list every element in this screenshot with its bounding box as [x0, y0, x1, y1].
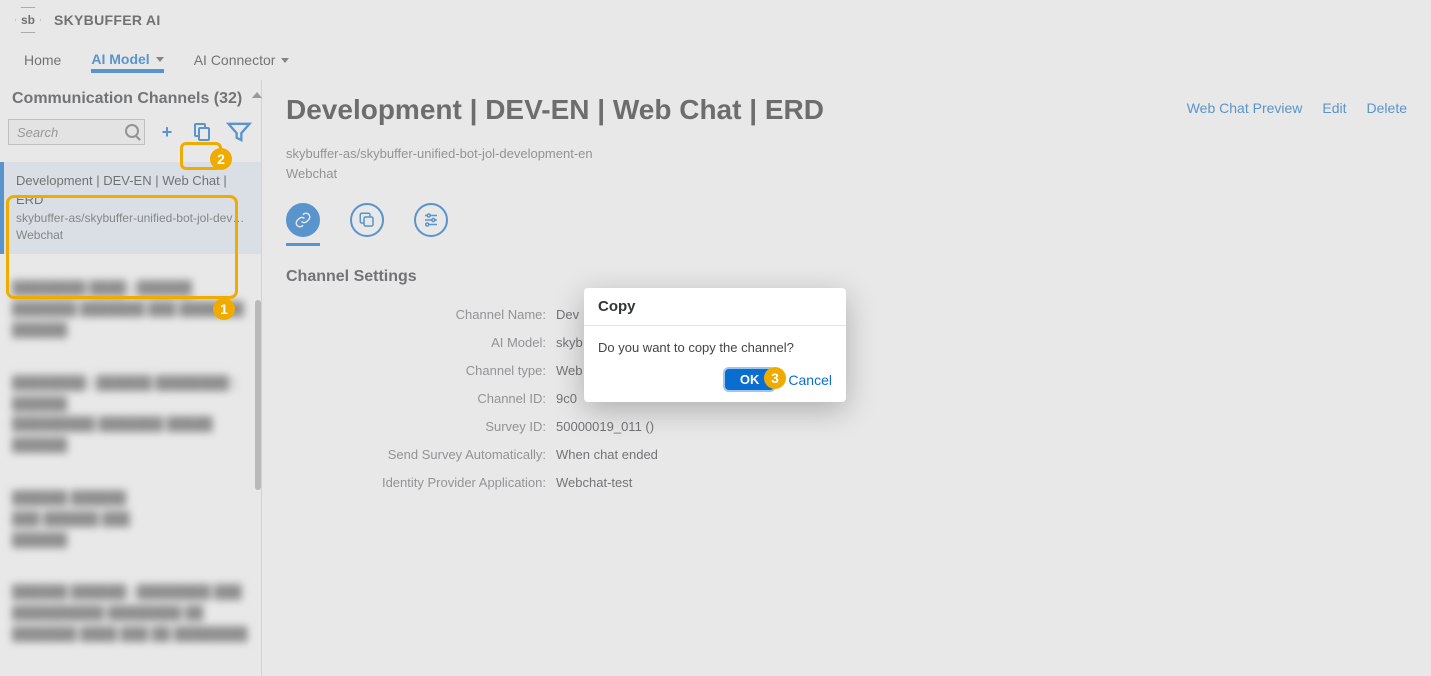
row-channel-id: Channel ID: 9c0: [286, 384, 1407, 412]
copy-dialog: Copy Do you want to copy the channel? OK…: [584, 288, 846, 402]
delete-link[interactable]: Delete: [1367, 100, 1407, 116]
channel-item-selected[interactable]: Development | DEV-EN | Web Chat | ERD sk…: [0, 162, 261, 254]
field-value: 50000019_011 (): [556, 419, 654, 434]
row-send-survey: Send Survey Automatically: When chat end…: [286, 440, 1407, 468]
scroll-up-arrow[interactable]: [252, 92, 262, 98]
filter-icon: [225, 118, 253, 146]
copy2-icon: [358, 211, 376, 229]
nav-item-ai-model[interactable]: AI Model: [91, 51, 163, 73]
filter-button[interactable]: [225, 118, 253, 146]
row-idp: Identity Provider Application: Webchat-t…: [286, 468, 1407, 496]
field-label: Channel ID:: [286, 391, 556, 406]
dialog-message: Do you want to copy the channel?: [584, 326, 846, 369]
edit-link[interactable]: Edit: [1322, 100, 1346, 116]
row-channel-type: Channel type: Web: [286, 356, 1407, 384]
nav-item-ai-connector[interactable]: AI Connector: [194, 52, 290, 68]
page-actions: Web Chat Preview Edit Delete: [1187, 94, 1407, 116]
sidebar-scrollbar[interactable]: [255, 300, 261, 490]
chevron-down-icon: [281, 58, 289, 63]
detail-path: skybuffer-as/skybuffer-unified-bot-jol-d…: [286, 144, 1407, 164]
channel-item-blurred: ████████ ████ | █████████████ ███████ ██…: [0, 270, 261, 348]
channel-item-type: Webchat: [16, 227, 249, 244]
search-icon: [125, 124, 139, 138]
main-nav: Home AI Model AI Connector: [0, 40, 1431, 80]
detail-type: Webchat: [286, 164, 1407, 184]
app-header: sb SKYBUFFER AI: [0, 0, 1431, 40]
nav-item-label: AI Model: [91, 51, 149, 67]
channel-item-title: Development | DEV-EN | Web Chat | ERD: [16, 172, 249, 210]
tab-channel-settings[interactable]: [286, 203, 320, 237]
tab-icons: [286, 203, 1407, 246]
field-value: skyb: [556, 335, 583, 350]
field-label: AI Model:: [286, 335, 556, 350]
chevron-down-icon: [156, 57, 164, 62]
tab-appearance[interactable]: [350, 203, 384, 237]
channel-item-sub: skybuffer-as/skybuffer-unified-bot-jol-d…: [16, 210, 249, 227]
tab-advanced[interactable]: [414, 203, 448, 237]
app-title: SKYBUFFER AI: [54, 12, 161, 28]
field-value: Webchat-test: [556, 475, 632, 490]
sidebar-toolbar: [0, 114, 261, 154]
row-ai-model: AI Model: skyb: [286, 328, 1407, 356]
search-box: [8, 119, 145, 145]
field-value: Web: [556, 363, 583, 378]
dialog-title: Copy: [584, 288, 846, 326]
nav-item-home[interactable]: Home: [24, 52, 61, 68]
cancel-button[interactable]: Cancel: [788, 372, 832, 388]
field-label: Channel Name:: [286, 307, 556, 322]
copy-icon: [194, 123, 212, 141]
field-label: Send Survey Automatically:: [286, 447, 556, 462]
channel-item-blurred: ████████ | ██████ ████████ |████████████…: [0, 365, 261, 464]
add-channel-button[interactable]: [153, 118, 181, 146]
sidebar-title: Communication Channels (32): [0, 80, 261, 114]
main-content: Development | DEV-EN | Web Chat | ERD We…: [262, 80, 1431, 676]
detail-subheader: skybuffer-as/skybuffer-unified-bot-jol-d…: [286, 144, 1407, 183]
row-channel-name: Channel Name: Dev: [286, 300, 1407, 328]
sliders-icon: [422, 211, 440, 229]
section-title: Channel Settings: [286, 268, 1407, 286]
field-label: Identity Provider Application:: [286, 475, 556, 490]
field-label: Survey ID:: [286, 419, 556, 434]
field-value: Dev: [556, 307, 579, 322]
copy-channel-button[interactable]: [189, 118, 217, 146]
field-label: Channel type:: [286, 363, 556, 378]
field-value: 9c0: [556, 391, 577, 406]
link-icon: [294, 211, 312, 229]
app-logo: sb: [14, 6, 42, 34]
channel-item-blurred: ██████ █████████ ██████ █████████: [0, 480, 261, 558]
ok-button[interactable]: OK: [725, 369, 775, 390]
row-survey-id: Survey ID: 50000019_011 (): [286, 412, 1407, 440]
field-value: When chat ended: [556, 447, 658, 462]
settings-table: Channel Name: Dev AI Model: skyb Channel…: [286, 300, 1407, 496]
page-title: Development | DEV-EN | Web Chat | ERD: [286, 94, 824, 126]
sidebar: Communication Channels (32) Development …: [0, 80, 262, 676]
webchat-preview-link[interactable]: Web Chat Preview: [1187, 100, 1303, 116]
nav-item-label: AI Connector: [194, 52, 276, 68]
channel-item-blurred: ██████ ██████ | ████████ █████████████ █…: [0, 574, 261, 652]
dialog-footer: OK Cancel: [584, 369, 846, 402]
channel-list: Development | DEV-EN | Web Chat | ERD sk…: [0, 162, 261, 676]
